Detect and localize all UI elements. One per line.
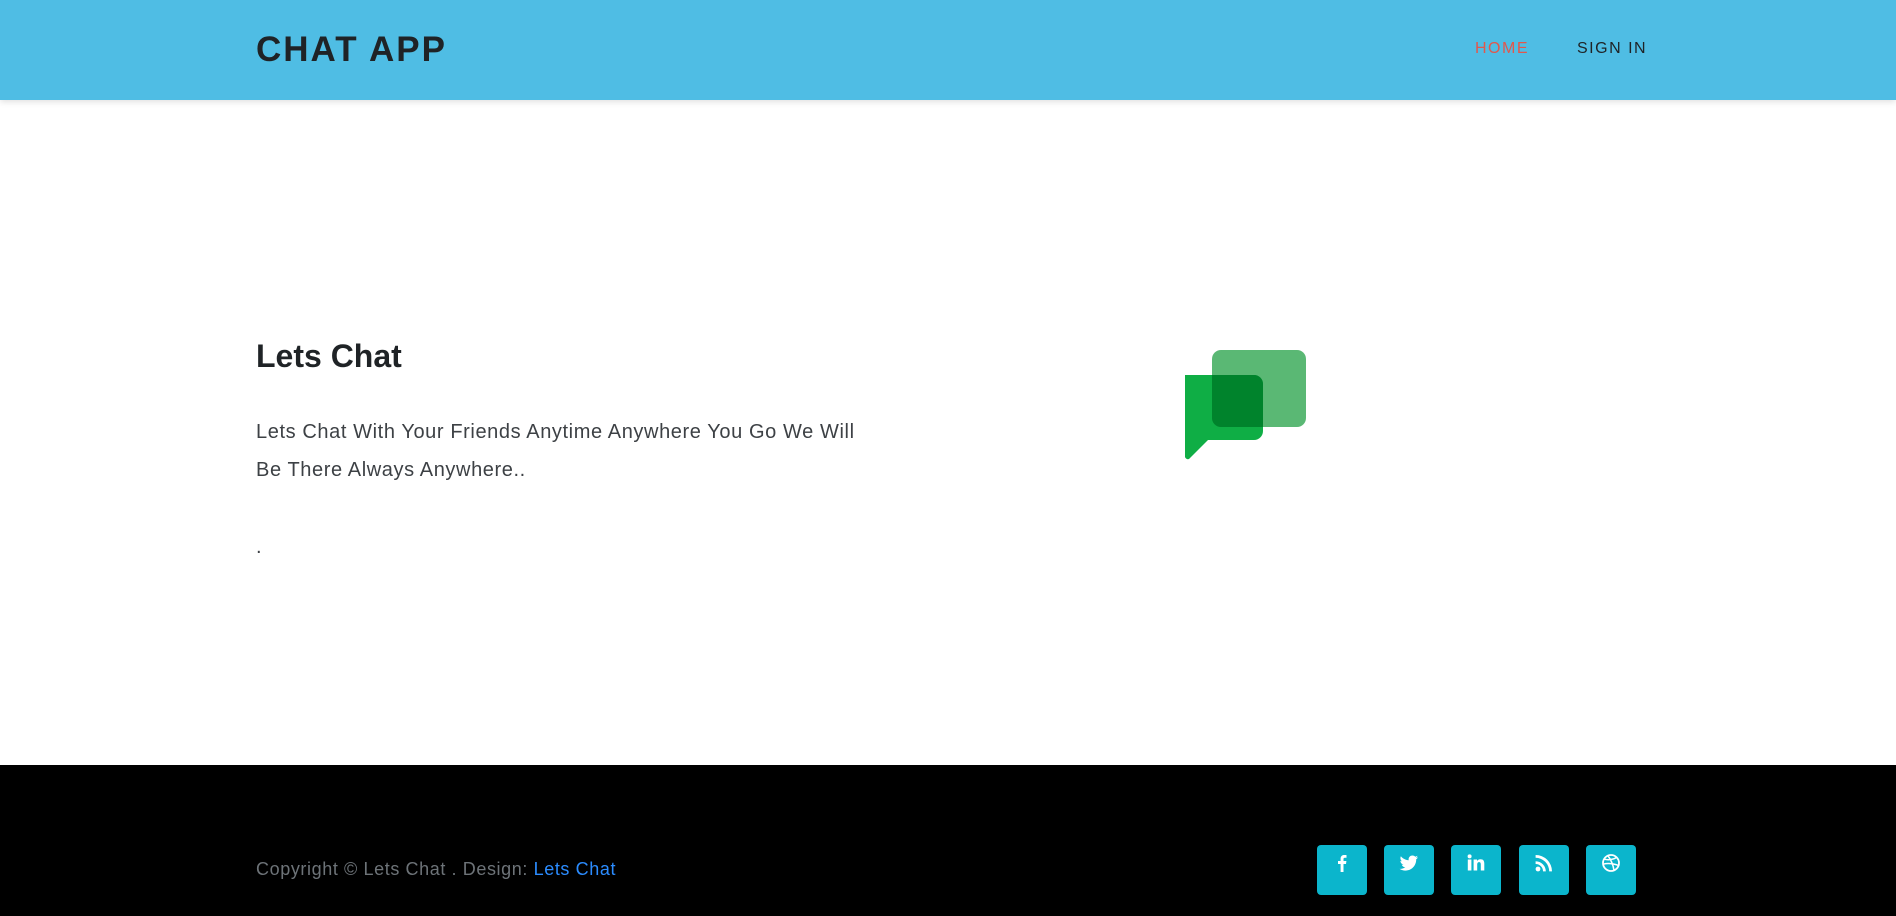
hero-dot-text: . [256, 536, 262, 558]
design-credit-link[interactable]: Lets Chat [534, 859, 616, 879]
rss-button[interactable] [1519, 845, 1569, 895]
chat-bubbles-icon [1180, 348, 1310, 478]
hero-title: Lets Chat [256, 338, 402, 374]
linkedin-icon [1467, 854, 1485, 871]
nav-sign-in-link[interactable]: SIGN IN [1577, 38, 1647, 60]
copyright-text: Copyright © Lets Chat . Design: Lets Cha… [256, 856, 616, 882]
dribbble-icon [1602, 854, 1620, 872]
linkedin-button[interactable] [1451, 845, 1501, 895]
rss-icon [1535, 855, 1552, 872]
twitter-button[interactable] [1384, 845, 1434, 895]
top-navbar: CHAT APP HOME SIGN IN [0, 0, 1896, 100]
brand-logo-text[interactable]: CHAT APP [256, 28, 447, 72]
twitter-icon [1399, 855, 1418, 871]
hero-description: Lets Chat With Your Friends Anytime Anyw… [256, 421, 855, 481]
facebook-icon [1338, 855, 1347, 872]
dribbble-button[interactable] [1586, 845, 1636, 895]
facebook-button[interactable] [1317, 845, 1367, 895]
nav-home-link[interactable]: HOME [1475, 38, 1529, 60]
copyright-label: Copyright © Lets Chat . Design: [256, 859, 534, 879]
